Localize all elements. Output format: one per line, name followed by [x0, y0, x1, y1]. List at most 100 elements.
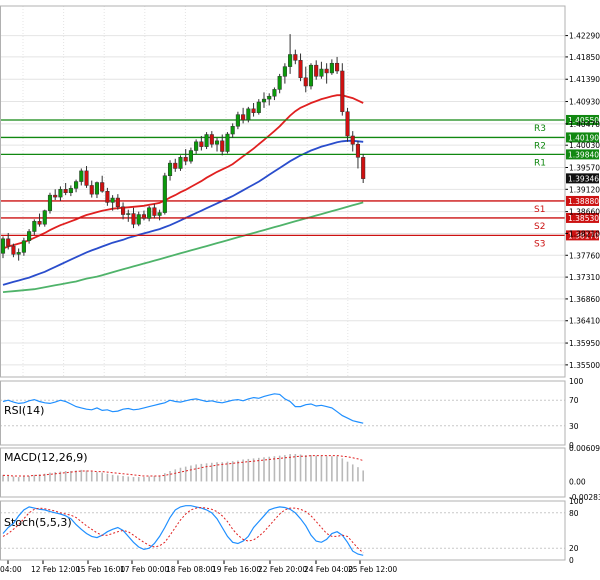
- candle-bull: [42, 210, 47, 225]
- price-tick-label: 1.35500: [569, 361, 600, 370]
- macd-tick-label: 0.00: [569, 477, 586, 486]
- rsi-tick-label: 100: [569, 377, 584, 386]
- candle-bear: [152, 207, 157, 216]
- level-name-s1: S1: [534, 205, 545, 215]
- time-tick-label: 12 Feb 12:00: [31, 565, 80, 574]
- time-tick-label: 17 Feb 00:00: [120, 565, 169, 574]
- candle-bull: [68, 188, 73, 193]
- level-name-r1: R1: [534, 158, 546, 168]
- candle-bear: [314, 64, 319, 77]
- candle-bull: [110, 197, 115, 203]
- candle-bull: [246, 108, 251, 121]
- current-price-marker: 1.39346: [566, 173, 599, 184]
- level-name-r3: R3: [534, 124, 546, 134]
- level-name-s2: S2: [534, 222, 545, 232]
- candle-bull: [32, 221, 37, 232]
- candle-bull: [162, 175, 167, 213]
- price-tick-label: 1.42290: [569, 32, 600, 41]
- candle-bull: [261, 98, 267, 103]
- candle-bear: [340, 70, 345, 112]
- price-tick-label: 1.38210: [569, 229, 600, 238]
- candle-bear: [298, 60, 303, 79]
- candle-bull: [194, 141, 199, 151]
- stoch-tick-label: 20: [569, 544, 579, 553]
- candle-bull: [230, 126, 235, 135]
- candle-bull: [214, 140, 220, 145]
- price-tick-label: 1.38660: [569, 208, 600, 217]
- price-tick-label: 1.37310: [569, 273, 600, 282]
- candle-bear: [63, 189, 68, 193]
- candle-bear: [121, 206, 126, 215]
- candle-bull: [167, 162, 173, 176]
- forex-chart: R31.40550R21.40190R11.39840S11.38880S21.…: [0, 0, 600, 580]
- candle-bull: [147, 207, 152, 219]
- candle-bull: [188, 150, 193, 162]
- stoch-tick-label: 80: [569, 509, 579, 518]
- candle-bear: [131, 213, 136, 225]
- rsi-tick-label: 70: [569, 396, 579, 405]
- candle-bull: [288, 54, 293, 67]
- candle-bull: [157, 212, 162, 216]
- time-tick-label: 22 Feb 20:00: [258, 565, 307, 574]
- price-tick-label: 1.40030: [569, 141, 600, 150]
- candle-bear: [183, 157, 188, 162]
- candle-bear: [335, 62, 340, 72]
- time-tick-label: 19 Feb 16:00: [212, 565, 261, 574]
- price-tick-label: 1.40470: [569, 120, 600, 129]
- stoch-tick-label: 100: [569, 497, 584, 506]
- candle-bull: [319, 68, 324, 77]
- chart-background: [0, 0, 600, 580]
- candle-bear: [141, 214, 146, 219]
- level-price-label: 1.39840: [568, 150, 599, 159]
- candle-bull: [58, 189, 63, 198]
- current-price-label: 1.39346: [568, 174, 599, 183]
- candle-bull: [0, 238, 6, 254]
- rsi-tick-label: 30: [569, 422, 579, 431]
- candle-bull: [272, 89, 277, 97]
- candle-bull: [136, 214, 141, 225]
- candle-bear: [241, 114, 246, 121]
- level-name-s3: S3: [534, 239, 545, 249]
- time-tick-label: 24 Feb 04:00: [304, 565, 353, 574]
- time-tick-label: 18 Feb 08:00: [166, 565, 215, 574]
- level-price-label: 1.38880: [568, 197, 599, 206]
- price-tick-label: 1.41850: [569, 53, 600, 62]
- candle-bear: [84, 170, 89, 186]
- candle-bear: [209, 134, 214, 145]
- candle-bear: [345, 111, 350, 137]
- candle-bear: [361, 157, 366, 179]
- candle-bear: [89, 185, 94, 195]
- candle-bull: [225, 133, 230, 152]
- macd-tick-label: 0.006092: [569, 444, 600, 453]
- candle-bear: [251, 108, 256, 113]
- candle-bull: [47, 194, 53, 211]
- level-name-r2: R2: [534, 141, 546, 151]
- candle-bear: [220, 140, 225, 152]
- price-tick-label: 1.40930: [569, 98, 600, 107]
- candle-bull: [16, 252, 21, 255]
- candle-bull: [21, 240, 26, 253]
- candle-bear: [199, 141, 204, 147]
- candle-bull: [204, 134, 209, 147]
- candle-bear: [105, 191, 110, 203]
- candle-bull: [74, 181, 79, 189]
- candle-bull: [79, 170, 84, 182]
- candle-bull: [267, 95, 272, 100]
- candle-bear: [11, 245, 16, 255]
- candle-bear: [324, 68, 329, 74]
- time-tick-label: 15 Feb 16:00: [76, 565, 125, 574]
- price-tick-label: 1.41390: [569, 75, 600, 84]
- candle-bear: [37, 221, 42, 225]
- candle-bear: [173, 162, 178, 169]
- candle-bear: [53, 194, 58, 198]
- candle-bull: [308, 64, 314, 87]
- candle-bear: [293, 54, 298, 61]
- time-tick-label: 25 Feb 12:00: [348, 565, 397, 574]
- price-tick-label: 1.35950: [569, 339, 600, 348]
- candle-bull: [277, 76, 282, 90]
- candle-bull: [256, 101, 261, 113]
- candle-bull: [235, 114, 240, 127]
- price-tick-label: 1.37760: [569, 251, 600, 260]
- candle-bear: [350, 135, 355, 145]
- candle-bear: [355, 143, 361, 158]
